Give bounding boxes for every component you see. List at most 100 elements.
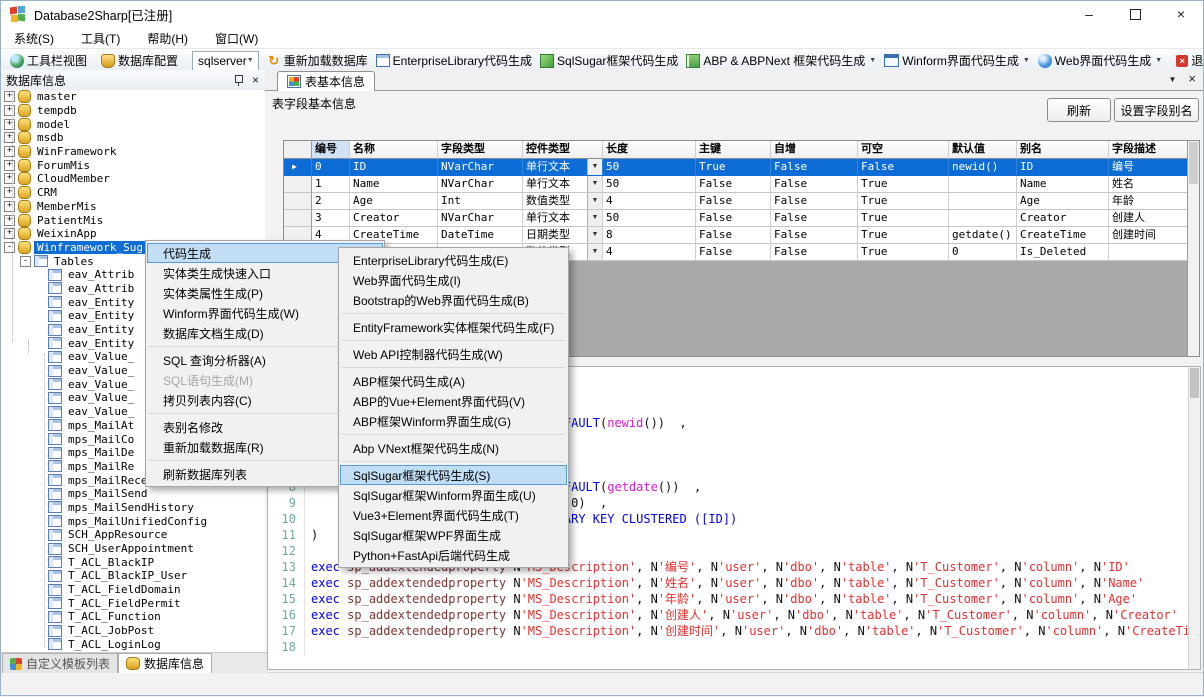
menubar-item[interactable]: 帮助(H) (147, 30, 188, 47)
tree-item-mps_MailSend[interactable]: mps_MailSend (0, 487, 264, 501)
dropdown-button[interactable]: ▼ (587, 176, 602, 192)
minimize-button[interactable]: – (1066, 0, 1112, 28)
column-header[interactable]: 控件类型 (523, 141, 603, 159)
tree-item-MemberMis[interactable]: +MemberMis (0, 200, 264, 214)
editor-vertical-scrollbar[interactable] (1188, 367, 1200, 669)
menu-item[interactable]: Web界面代码生成(I) (340, 270, 567, 290)
row-selector-cell[interactable] (284, 176, 312, 193)
scrollbar-thumb[interactable] (1189, 142, 1198, 184)
tree-item-model[interactable]: +model (0, 117, 264, 131)
table-row[interactable]: ▶0IDNVarChar单行文本▼50TrueFalseFalsenewid()… (284, 159, 1199, 176)
column-header[interactable]: 别名 (1017, 141, 1109, 159)
menubar-item[interactable]: 系统(S) (14, 30, 54, 47)
expander-icon[interactable]: + (4, 228, 15, 239)
menubar-item[interactable]: 窗口(W) (215, 30, 258, 47)
expander-icon[interactable]: + (4, 160, 15, 171)
row-selector-cell[interactable] (284, 193, 312, 210)
tree-item-SCH_AppResource[interactable]: SCH_AppResource (0, 528, 264, 542)
column-header[interactable]: 主键 (696, 141, 771, 159)
row-selector-cell[interactable] (284, 210, 312, 227)
tree-item-mps_MailSendHistory[interactable]: mps_MailSendHistory (0, 501, 264, 515)
column-header[interactable]: 字段描述 (1109, 141, 1189, 159)
menu-item[interactable]: ABP的Vue+Element界面代码(V) (340, 391, 567, 411)
column-header[interactable]: 编号 (312, 141, 350, 159)
bottom-tab-数据库信息[interactable]: 数据库信息 (118, 653, 212, 673)
pin-icon[interactable] (234, 75, 242, 86)
expander-icon[interactable]: - (4, 242, 15, 253)
dropdown-button[interactable]: ▼ (587, 159, 602, 175)
tree-item-mps_MailUnifiedConfig[interactable]: mps_MailUnifiedConfig (0, 514, 264, 528)
scrollbar-thumb[interactable] (1190, 368, 1199, 398)
expander-icon[interactable]: + (4, 215, 15, 226)
control-type-cell[interactable]: 单行文本▼ (523, 210, 603, 227)
close-document-icon[interactable]: × (1188, 74, 1196, 84)
toolbar-button[interactable]: Winform界面代码生成▼ (880, 51, 1034, 70)
expander-icon[interactable]: + (4, 201, 15, 212)
table-row[interactable]: 2AgeInt数值类型▼4FalseFalseTrueAge年龄 (284, 193, 1199, 210)
tab-table-info[interactable]: 表基本信息 (277, 71, 375, 91)
toolbar-button[interactable]: SqlSugar框架代码生成 (536, 51, 682, 70)
menu-item[interactable]: EnterpriseLibrary代码生成(E) (340, 250, 567, 270)
toolbar-button[interactable]: Web界面代码生成▼ (1034, 51, 1166, 70)
expander-icon[interactable]: + (4, 173, 15, 184)
tree-item-WeixinApp[interactable]: +WeixinApp (0, 227, 264, 241)
control-type-cell[interactable]: 日期类型▼ (523, 227, 603, 244)
control-type-cell[interactable]: 数值类型▼ (523, 193, 603, 210)
tree-item-T_ACL_BlackIP[interactable]: T_ACL_BlackIP (0, 555, 264, 569)
refresh-button[interactable]: 刷新 (1047, 98, 1111, 122)
bottom-tab-自定义模板列表[interactable]: 自定义模板列表 (2, 653, 118, 673)
table-row[interactable]: 4CreateTimeDateTime日期类型▼8FalseFalseTrueg… (284, 227, 1199, 244)
column-header[interactable]: 名称 (350, 141, 438, 159)
tree-item-T_ACL_BlackIP_User[interactable]: T_ACL_BlackIP_User (0, 569, 264, 583)
expander-icon[interactable]: + (4, 91, 15, 102)
tree-item-SCH_UserAppointment[interactable]: SCH_UserAppointment (0, 542, 264, 556)
menu-item[interactable]: Bootstrap的Web界面代码生成(B) (340, 290, 567, 310)
column-header[interactable]: 默认值 (949, 141, 1017, 159)
tree-item-CRM[interactable]: +CRM (0, 186, 264, 200)
column-header[interactable]: 自增 (771, 141, 858, 159)
dropdown-button[interactable]: ▼ (587, 210, 602, 226)
close-panel-icon[interactable]: × (252, 74, 259, 86)
tree-item-T_ACL_FieldDomain[interactable]: T_ACL_FieldDomain (0, 583, 264, 597)
tab-list-dropdown-icon[interactable]: ▼ (1168, 75, 1176, 84)
menu-item[interactable]: ABP框架代码生成(A) (340, 371, 567, 391)
column-header[interactable]: 长度 (603, 141, 696, 159)
expander-icon[interactable]: - (20, 256, 31, 267)
menu-item[interactable]: Web API控制器代码生成(W) (340, 344, 567, 364)
maximize-button[interactable] (1112, 0, 1158, 28)
tree-item-T_ACL_JobPost[interactable]: T_ACL_JobPost (0, 624, 264, 638)
toolbar-button[interactable]: EnterpriseLibrary代码生成 (372, 51, 536, 70)
control-type-cell[interactable]: 单行文本▼ (523, 176, 603, 193)
set-field-alias-button[interactable]: 设置字段别名 (1114, 98, 1199, 122)
grid-vertical-scrollbar[interactable] (1187, 141, 1199, 356)
close-button[interactable]: × (1158, 0, 1204, 28)
menubar-item[interactable]: 工具(T) (81, 30, 120, 47)
control-type-cell[interactable]: 单行文本▼ (523, 159, 603, 176)
expander-icon[interactable]: + (4, 105, 15, 116)
expander-icon[interactable]: + (4, 119, 15, 130)
menu-item[interactable]: Python+FastApi后端代码生成 (340, 545, 567, 565)
menu-item[interactable]: ABP框架Winform界面生成(G) (340, 411, 567, 431)
menu-item[interactable]: SqlSugar框架代码生成(S) (340, 465, 567, 485)
tree-item-tempdb[interactable]: +tempdb (0, 104, 264, 118)
menu-item[interactable]: Abp VNext框架代码生成(N) (340, 438, 567, 458)
column-header[interactable]: 字段类型 (438, 141, 523, 159)
toolbar-button[interactable]: 数据库配置 (97, 51, 182, 70)
row-selector-cell[interactable]: ▶ (284, 159, 312, 176)
tree-item-ForumMis[interactable]: +ForumMis (0, 158, 264, 172)
tree-item-CloudMember[interactable]: +CloudMember (0, 172, 264, 186)
dropdown-button[interactable]: ▼ (587, 244, 602, 260)
expander-icon[interactable]: + (4, 146, 15, 157)
tree-item-T_ACL_LoginLog[interactable]: T_ACL_LoginLog (0, 638, 264, 652)
toolbar-button[interactable]: ×退出 (1172, 51, 1204, 70)
dropdown-button[interactable]: ▼ (587, 193, 602, 209)
row-selector-header[interactable] (284, 141, 312, 159)
expander-icon[interactable]: + (4, 132, 15, 143)
menu-item[interactable]: Vue3+Element界面代码生成(T) (340, 505, 567, 525)
table-row[interactable]: 3CreatorNVarChar单行文本▼50FalseFalseTrueCre… (284, 210, 1199, 227)
column-header[interactable]: 可空 (858, 141, 949, 159)
menu-item[interactable]: SqlSugar框架Winform界面生成(U) (340, 485, 567, 505)
database-type-select[interactable]: sqlserver▼ (192, 51, 259, 71)
toolbar-button[interactable]: ABP & ABPNext 框架代码生成▼ (682, 51, 880, 70)
tree-item-T_ACL_Function[interactable]: T_ACL_Function (0, 610, 264, 624)
